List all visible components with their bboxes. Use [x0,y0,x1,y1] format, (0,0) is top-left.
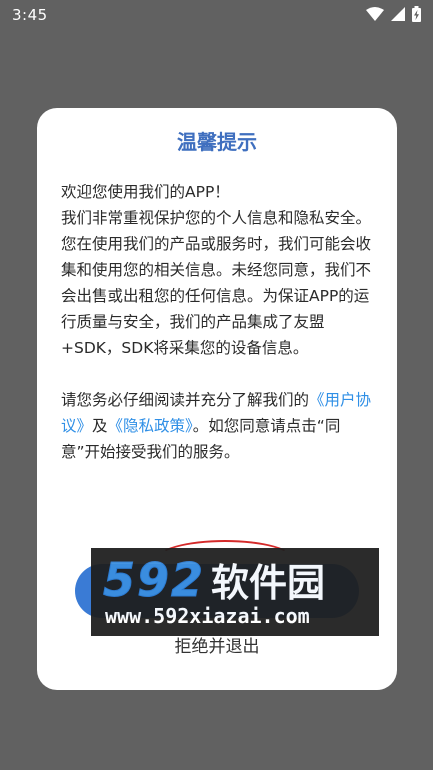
status-bar: 3:45 [0,0,433,30]
watermark-overlay: 592 软件园 www.592xiazai.com [91,548,379,636]
dialog-body: 欢迎您使用我们的APP！ 我们非常重视保护您的个人信息和隐私安全。您在使用我们的… [61,179,379,465]
status-icons [366,6,421,22]
dialog-agreement-text: 请您务必仔细阅读并充分了解我们的《用户协议》及《隐私政策》。如您同意请点击“同意… [61,387,379,465]
watermark-name: 软件园 [211,561,326,605]
battery-charging-icon [412,6,421,22]
agreement-prefix: 请您务必仔细阅读并充分了解我们的 [61,391,310,409]
watermark-logo: 592 软件园 [102,552,326,608]
watermark-number: 592 [102,553,206,608]
dialog-intro: 欢迎您使用我们的APP！ [61,183,230,201]
watermark-url: www.592xiazai.com [105,604,310,628]
dialog-body-text: 我们非常重视保护您的个人信息和隐私安全。您在使用我们的产品或服务时，我们可能会收… [61,209,372,357]
wifi-icon [366,7,384,21]
status-time: 3:45 [12,6,48,24]
and-text: 及 [92,417,108,435]
privacy-policy-link[interactable]: 《隐私政策》 [108,417,193,435]
dialog-title: 温馨提示 [177,130,257,154]
cell-signal-icon [391,7,405,21]
